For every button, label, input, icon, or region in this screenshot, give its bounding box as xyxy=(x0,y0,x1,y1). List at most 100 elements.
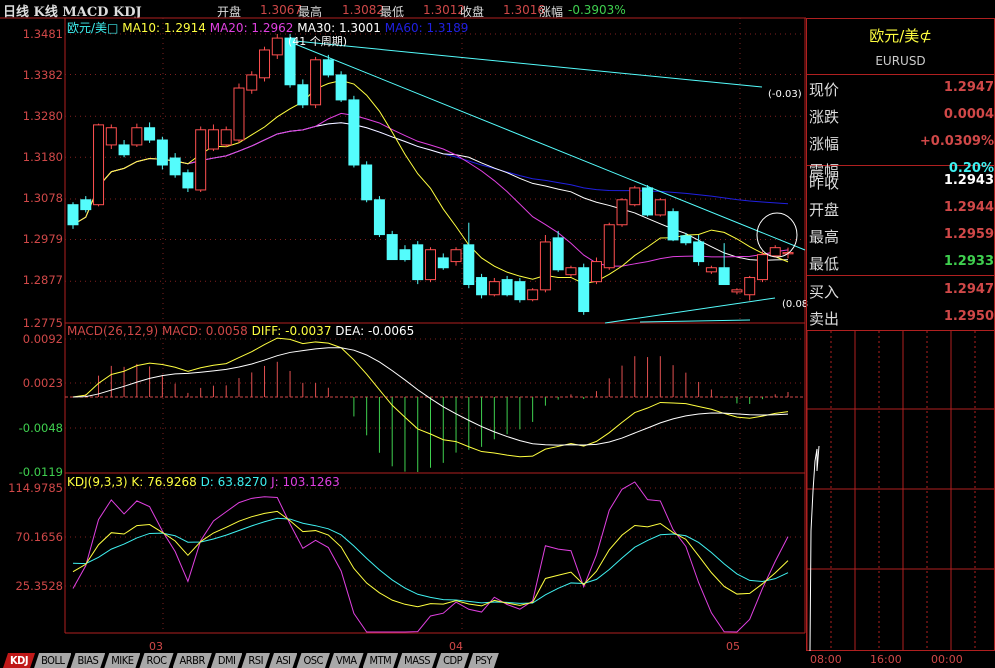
slope-annotation: (0.08 xyxy=(782,299,809,310)
bear-candle xyxy=(361,164,373,201)
price-tick: 1.3078 xyxy=(22,191,63,205)
quote-row: 最低 1.2933 xyxy=(809,250,994,277)
quote-label: 最低 xyxy=(809,255,840,273)
price-tick: 1.3280 xyxy=(22,109,63,123)
bear-candle xyxy=(348,99,360,166)
kdj-tick: 114.9785 xyxy=(8,481,63,495)
tab-bias[interactable]: BIAS xyxy=(70,653,105,668)
bear-candle xyxy=(399,249,411,261)
tab-vma[interactable]: VMA xyxy=(329,653,364,668)
time-tick: 00:00 xyxy=(931,653,963,666)
bull-candle xyxy=(131,127,143,146)
quote-panel: 欧元/美⊄ EURUSD 现价 1.2947 涨跌 0.0004 涨幅 +0.0309% 震… xyxy=(806,18,995,651)
tab-roc[interactable]: ROC xyxy=(139,653,173,668)
intraday-price-line xyxy=(809,445,820,651)
bear-candle xyxy=(501,279,513,296)
bull-candle xyxy=(246,74,258,91)
tab-mike[interactable]: MIKE xyxy=(104,653,140,668)
price-tick: 1.3481 xyxy=(22,27,63,41)
d-line xyxy=(72,517,789,604)
intraday-chart[interactable] xyxy=(807,331,994,651)
bull-candle xyxy=(207,129,219,150)
trend-line xyxy=(604,297,776,324)
bear-candle xyxy=(322,59,334,76)
d-value: D: 63.8270 xyxy=(200,475,268,489)
bear-candle xyxy=(118,144,130,156)
bull-candle xyxy=(195,129,207,191)
bear-candle xyxy=(667,211,679,241)
ma60-label: MA60: 1.3189 xyxy=(384,21,469,35)
kdj-legend: KDJ(9,3,3) xyxy=(67,475,128,489)
j-line xyxy=(72,481,789,633)
bull-candle xyxy=(220,129,232,146)
tab-rsi[interactable]: RSI xyxy=(241,653,270,668)
bear-candle xyxy=(67,204,79,226)
bear-candle xyxy=(169,157,181,176)
time-tick: 16:00 xyxy=(870,653,902,666)
tab-dmi[interactable]: DMI xyxy=(211,653,243,668)
quote-label: 最高 xyxy=(809,228,840,246)
bear-candle xyxy=(80,199,92,211)
tab-boll[interactable]: BOLL xyxy=(34,653,71,668)
ma20-label: MA20: 1.2962 xyxy=(209,21,294,35)
bull-candle xyxy=(93,124,105,206)
tab-osc[interactable]: OSC xyxy=(296,653,330,668)
symbol-label: 欧元/美□ xyxy=(67,21,119,35)
bear-candle xyxy=(718,267,730,286)
bull-candle xyxy=(450,249,462,263)
quote-row: 涨幅 +0.0309% xyxy=(809,130,994,157)
bull-candle xyxy=(654,199,666,216)
ma10-label: MA10: 1.2914 xyxy=(122,21,206,35)
j-value: J: 103.1263 xyxy=(271,475,340,489)
bear-candle xyxy=(514,281,526,301)
trend-line xyxy=(639,319,751,323)
price-tick: 1.2775 xyxy=(22,316,63,330)
quote-label: 现价 xyxy=(809,81,840,99)
quote-name: 欧元/美⊄ xyxy=(869,27,932,45)
tab-arbr[interactable]: ARBR xyxy=(173,653,212,668)
bull-candle xyxy=(310,59,322,106)
bull-candle xyxy=(527,289,539,301)
bull-candle xyxy=(105,127,117,146)
quote-label: 昨收 xyxy=(809,174,840,192)
quote-value: 1.2943 xyxy=(943,173,994,188)
quote-label: 开盘 xyxy=(809,201,840,219)
quote-row: 昨收 1.2943 xyxy=(809,169,994,196)
price-tick: 1.3382 xyxy=(22,68,63,82)
tab-cdp[interactable]: CDP xyxy=(436,653,469,668)
quote-row: 卖出 1.2950 xyxy=(809,305,994,332)
price-tick: 1.2979 xyxy=(22,232,63,246)
bear-candle xyxy=(437,257,449,269)
tab-mass[interactable]: MASS xyxy=(397,653,437,668)
bull-candle xyxy=(271,37,283,56)
bear-candle xyxy=(552,237,564,271)
bull-candle xyxy=(616,199,628,226)
price-tick: 1.3180 xyxy=(22,150,63,164)
bull-candle xyxy=(629,187,641,206)
quote-value: 1.2947 xyxy=(943,282,994,297)
kdj-tick: 25.3528 xyxy=(15,579,63,593)
bear-candle xyxy=(642,187,654,216)
quote-value: 1.2950 xyxy=(943,309,994,324)
quote-code: EURUSD xyxy=(875,54,926,68)
time-tick: 08:00 xyxy=(810,653,842,666)
macd-tick: 0.0023 xyxy=(22,376,63,390)
tab-mtm[interactable]: MTM xyxy=(363,653,399,668)
tab-psy[interactable]: PSY xyxy=(468,653,499,668)
quote-label: 卖出 xyxy=(809,310,840,328)
bull-candle xyxy=(590,261,602,283)
quote-row: 涨跌 0.0004 xyxy=(809,103,994,130)
quote-row: 买入 1.2947 xyxy=(809,278,994,305)
slope-annotation: (-0.03) xyxy=(768,89,802,100)
macd-tick: -0.0119 xyxy=(18,465,63,479)
trend-line xyxy=(284,39,763,88)
tab-kdj[interactable]: KDJ xyxy=(3,653,35,668)
period-annotation: (41 个周期) xyxy=(288,35,348,48)
quote-value: 1.2933 xyxy=(943,254,994,269)
quote-row: 开盘 1.2944 xyxy=(809,196,994,223)
diff-value: DIFF: -0.0037 xyxy=(251,324,332,338)
tab-asi[interactable]: ASI xyxy=(269,653,297,668)
bear-candle xyxy=(476,277,488,296)
quote-row: 现价 1.2947 xyxy=(809,76,994,103)
bull-candle xyxy=(731,289,743,293)
